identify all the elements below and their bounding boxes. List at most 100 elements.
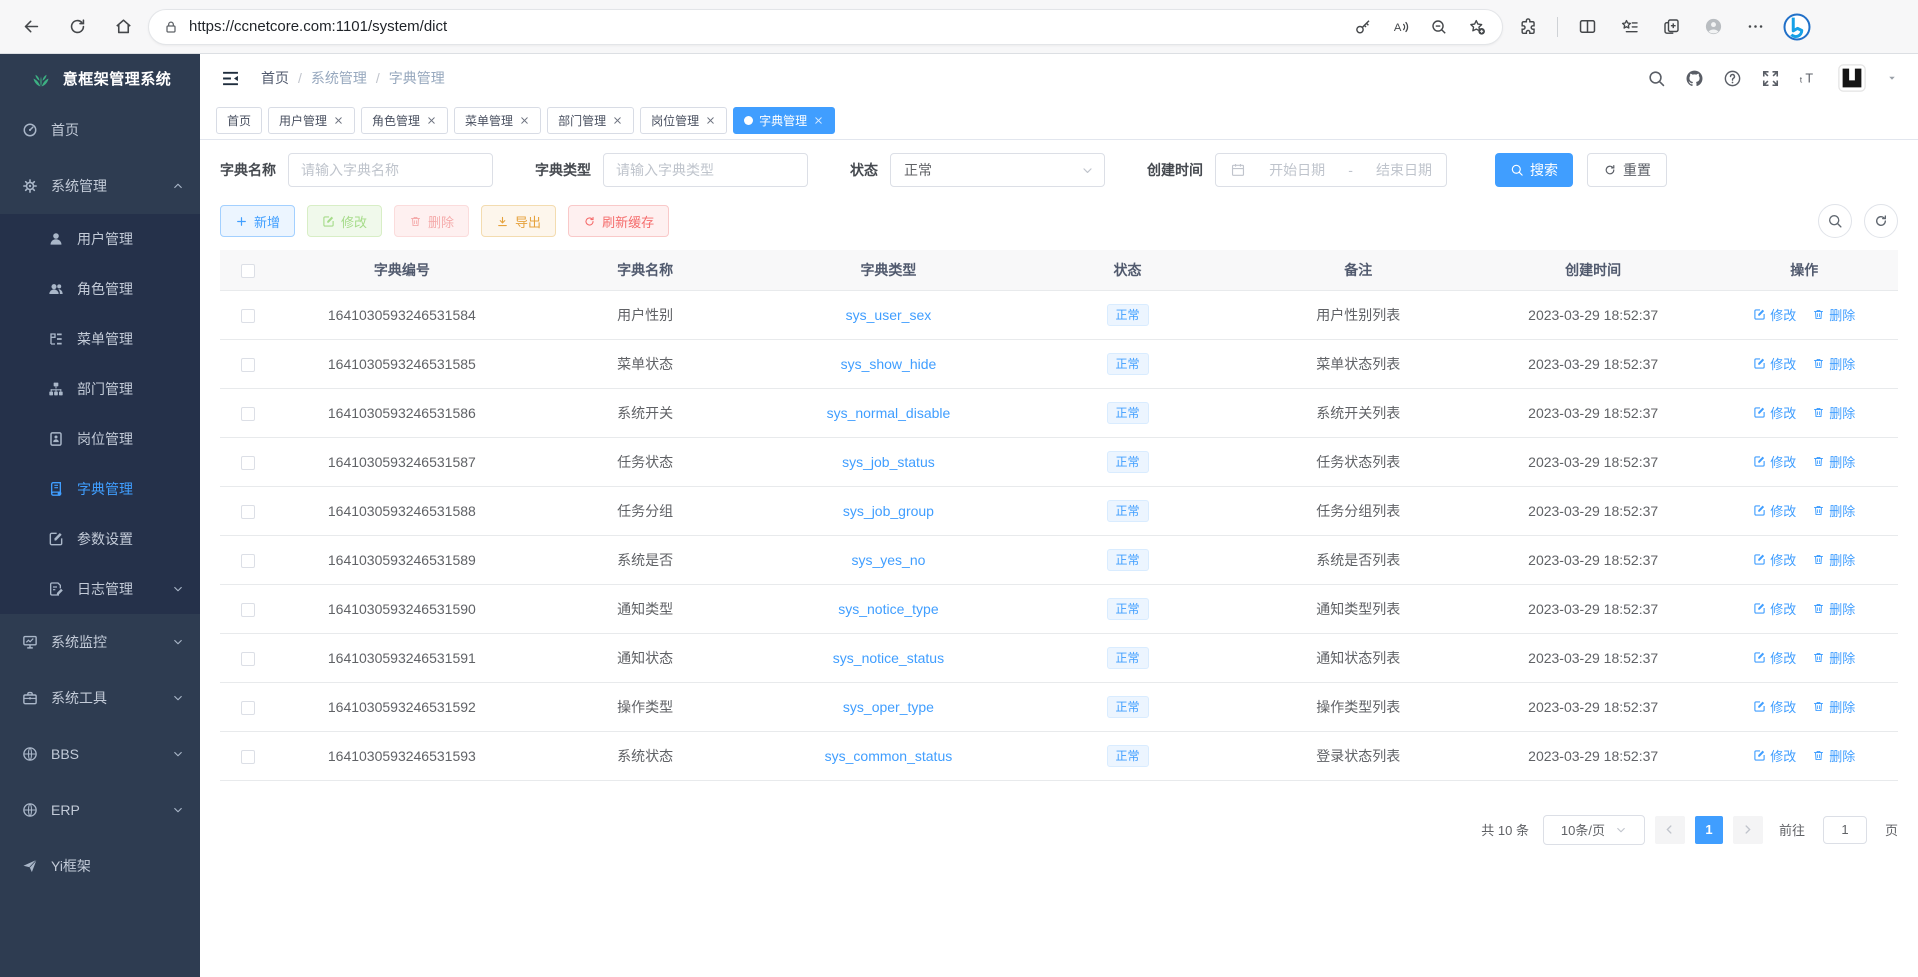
tab-post-mgmt[interactable]: 岗位管理 <box>640 107 727 134</box>
current-page-button[interactable]: 1 <box>1695 816 1723 844</box>
sidebar-collapse-button[interactable] <box>220 68 241 89</box>
edit-row-button[interactable]: 修改 <box>1753 697 1796 716</box>
tab-close-icon[interactable] <box>426 115 437 126</box>
dict-type-link[interactable]: sys_oper_type <box>843 699 934 715</box>
user-avatar[interactable] <box>1837 63 1867 93</box>
tab-close-icon[interactable] <box>333 115 344 126</box>
breadcrumb-item[interactable]: 字典管理 <box>389 68 445 88</box>
more-button[interactable] <box>1738 10 1772 44</box>
refresh-button[interactable] <box>60 10 94 44</box>
copy-add-button[interactable] <box>1654 10 1688 44</box>
toggle-search-button[interactable] <box>1818 204 1852 238</box>
goto-page-input[interactable] <box>1823 816 1867 844</box>
sidebar-item-user-mgmt[interactable]: 用户管理 <box>0 214 200 264</box>
refresh-table-button[interactable] <box>1864 204 1898 238</box>
copilot-button[interactable] <box>1780 10 1814 44</box>
sidebar-item-system-monitor[interactable]: 系统监控 <box>0 614 200 670</box>
delete-row-button[interactable]: 删除 <box>1812 697 1855 716</box>
breadcrumb-item[interactable]: 系统管理 <box>311 68 367 88</box>
edit-row-button[interactable]: 修改 <box>1753 746 1796 765</box>
favorite-add-button[interactable] <box>1460 10 1494 44</box>
edit-row-button[interactable]: 修改 <box>1753 354 1796 373</box>
row-checkbox[interactable] <box>241 456 255 470</box>
delete-row-button[interactable]: 删除 <box>1812 648 1855 667</box>
sidebar-item-post-mgmt[interactable]: 岗位管理 <box>0 414 200 464</box>
reset-button[interactable]: 重置 <box>1587 153 1667 187</box>
edit-row-button[interactable]: 修改 <box>1753 550 1796 569</box>
sidebar-item-dict-mgmt[interactable]: 字典管理 <box>0 464 200 514</box>
sidebar-item-param-settings[interactable]: 参数设置 <box>0 514 200 564</box>
dict-type-link[interactable]: sys_normal_disable <box>827 405 951 421</box>
font-size-button[interactable]: tT <box>1799 69 1818 88</box>
dict-type-link[interactable]: sys_user_sex <box>846 307 932 323</box>
page-size-select[interactable]: 10条/页 <box>1543 815 1645 845</box>
tab-close-icon[interactable] <box>612 115 623 126</box>
status-select[interactable]: 正常 <box>890 153 1105 187</box>
breadcrumb-item[interactable]: 首页 <box>261 68 289 88</box>
sidebar-item-bbs[interactable]: BBS <box>0 726 200 782</box>
dict-type-link[interactable]: sys_show_hide <box>841 356 937 372</box>
tab-close-icon[interactable] <box>813 115 824 126</box>
question-button[interactable] <box>1723 69 1742 88</box>
caret-down-button[interactable] <box>1886 72 1898 84</box>
edit-row-button[interactable]: 修改 <box>1753 648 1796 667</box>
dict-type-link[interactable]: sys_notice_type <box>838 601 938 617</box>
edit-row-button[interactable]: 修改 <box>1753 501 1796 520</box>
github-button[interactable] <box>1685 69 1704 88</box>
date-range-picker[interactable]: 开始日期 - 结束日期 <box>1215 153 1447 187</box>
delete-row-button[interactable]: 删除 <box>1812 354 1855 373</box>
tab-menu-mgmt[interactable]: 菜单管理 <box>454 107 541 134</box>
url-bar[interactable]: https://ccnetcore.com:1101/system/dict A <box>148 9 1503 45</box>
sidebar-item-yi-framework[interactable]: Yi框架 <box>0 838 200 894</box>
home-button[interactable] <box>106 10 140 44</box>
back-button[interactable] <box>14 10 48 44</box>
delete-row-button[interactable]: 删除 <box>1812 452 1855 471</box>
sidebar-item-menu-mgmt[interactable]: 菜单管理 <box>0 314 200 364</box>
split-screen-button[interactable] <box>1570 10 1604 44</box>
sidebar-item-role-mgmt[interactable]: 角色管理 <box>0 264 200 314</box>
export-button[interactable]: 导出 <box>481 205 556 237</box>
dict-type-link[interactable]: sys_job_group <box>843 503 934 519</box>
sidebar-item-erp[interactable]: ERP <box>0 782 200 838</box>
prev-page-button[interactable] <box>1655 816 1685 844</box>
row-checkbox[interactable] <box>241 309 255 323</box>
edit-row-button[interactable]: 修改 <box>1753 403 1796 422</box>
row-checkbox[interactable] <box>241 603 255 617</box>
fullscreen-button[interactable] <box>1761 69 1780 88</box>
tab-user-mgmt[interactable]: 用户管理 <box>268 107 355 134</box>
collections-button[interactable] <box>1612 10 1646 44</box>
read-aloud-button[interactable]: A <box>1384 10 1418 44</box>
row-checkbox[interactable] <box>241 505 255 519</box>
zoom-out-button[interactable] <box>1422 10 1456 44</box>
dict-name-input[interactable] <box>288 153 493 187</box>
tab-home[interactable]: 首页 <box>216 107 262 134</box>
tab-dict-mgmt[interactable]: 字典管理 <box>733 107 835 134</box>
edit-button[interactable]: 修改 <box>307 205 382 237</box>
select-all-checkbox[interactable] <box>241 264 255 278</box>
dict-type-input[interactable] <box>603 153 808 187</box>
delete-button[interactable]: 删除 <box>394 205 469 237</box>
add-button[interactable]: 新增 <box>220 205 295 237</box>
edit-row-button[interactable]: 修改 <box>1753 599 1796 618</box>
row-checkbox[interactable] <box>241 358 255 372</box>
tab-role-mgmt[interactable]: 角色管理 <box>361 107 448 134</box>
delete-row-button[interactable]: 删除 <box>1812 550 1855 569</box>
dict-type-link[interactable]: sys_notice_status <box>833 650 944 666</box>
next-page-button[interactable] <box>1733 816 1763 844</box>
row-checkbox[interactable] <box>241 407 255 421</box>
sidebar-item-system-mgmt[interactable]: 系统管理 <box>0 158 200 214</box>
edit-row-button[interactable]: 修改 <box>1753 452 1796 471</box>
edit-row-button[interactable]: 修改 <box>1753 305 1796 324</box>
sidebar-item-dept-mgmt[interactable]: 部门管理 <box>0 364 200 414</box>
delete-row-button[interactable]: 删除 <box>1812 305 1855 324</box>
key-button[interactable] <box>1346 10 1380 44</box>
tab-close-icon[interactable] <box>519 115 530 126</box>
row-checkbox[interactable] <box>241 750 255 764</box>
sidebar-item-log-mgmt[interactable]: 日志管理 <box>0 564 200 614</box>
row-checkbox[interactable] <box>241 554 255 568</box>
sidebar-item-home[interactable]: 首页 <box>0 102 200 158</box>
tab-close-icon[interactable] <box>705 115 716 126</box>
delete-row-button[interactable]: 删除 <box>1812 403 1855 422</box>
delete-row-button[interactable]: 删除 <box>1812 746 1855 765</box>
refresh-cache-button[interactable]: 刷新缓存 <box>568 205 669 237</box>
